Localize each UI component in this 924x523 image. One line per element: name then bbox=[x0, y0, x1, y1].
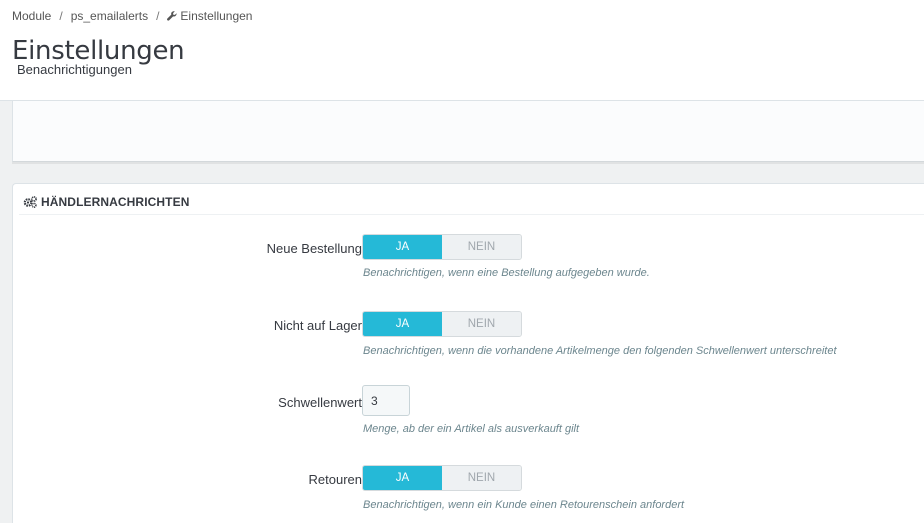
wrench-icon bbox=[167, 11, 178, 21]
page-subtitle: Benachrichtigungen bbox=[17, 62, 132, 77]
out-of-stock-switch[interactable]: JA NEIN bbox=[362, 311, 522, 337]
threshold-label: Schwellenwert bbox=[278, 395, 362, 410]
new-order-switch[interactable]: JA NEIN bbox=[362, 234, 522, 260]
breadcrumb-separator: / bbox=[156, 9, 160, 23]
breadcrumb-separator: / bbox=[59, 9, 63, 23]
returns-label: Retouren bbox=[308, 472, 362, 487]
new-order-yes-option[interactable]: JA bbox=[363, 235, 442, 259]
new-order-label: Neue Bestellung bbox=[266, 241, 362, 256]
threshold-input[interactable] bbox=[362, 385, 410, 416]
page-header: Module / ps_emailalerts / Einstellungen … bbox=[0, 0, 924, 101]
panel-title: HÄNDLERNACHRICHTEN bbox=[41, 195, 190, 209]
returns-no-option[interactable]: NEIN bbox=[442, 466, 521, 490]
returns-help: Benachrichtigen, wenn ein Kunde einen Re… bbox=[363, 499, 685, 511]
out-of-stock-yes-option[interactable]: JA bbox=[363, 312, 442, 336]
panel-heading: HÄNDLERNACHRICHTEN bbox=[19, 190, 924, 215]
out-of-stock-help: Benachrichtigen, wenn die vorhandene Art… bbox=[363, 345, 837, 357]
breadcrumb-item-current: Einstellungen bbox=[180, 9, 253, 23]
returns-switch[interactable]: JA NEIN bbox=[362, 465, 522, 491]
merchant-notifications-panel: HÄNDLERNACHRICHTEN Neue Bestellung JA NE… bbox=[12, 183, 924, 523]
returns-yes-option[interactable]: JA bbox=[363, 466, 442, 490]
threshold-help: Menge, ab der ein Artikel als ausverkauf… bbox=[363, 423, 580, 435]
breadcrumb-item-ps-emailalerts[interactable]: ps_emailalerts bbox=[71, 9, 148, 23]
new-order-no-option[interactable]: NEIN bbox=[442, 235, 521, 259]
out-of-stock-no-option[interactable]: NEIN bbox=[442, 312, 521, 336]
top-panel bbox=[12, 101, 924, 162]
breadcrumb-item-module[interactable]: Module bbox=[12, 9, 51, 23]
out-of-stock-label: Nicht auf Lager bbox=[273, 318, 362, 333]
new-order-help: Benachrichtigen, wenn eine Bestellung au… bbox=[363, 267, 650, 279]
breadcrumb: Module / ps_emailalerts / Einstellungen bbox=[12, 9, 252, 23]
cogs-icon bbox=[23, 196, 37, 208]
